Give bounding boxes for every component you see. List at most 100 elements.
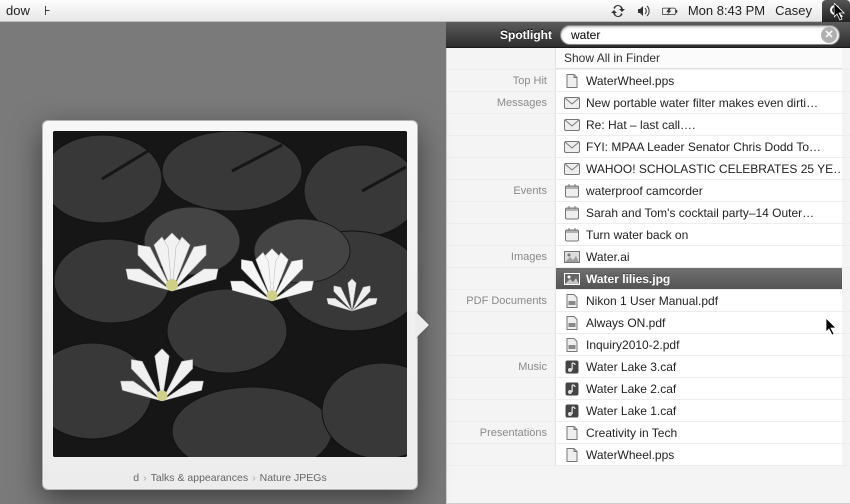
spotlight-search-input[interactable] — [560, 25, 840, 45]
result-category-label: PDF Documents — [447, 295, 555, 307]
audio-icon — [564, 382, 580, 396]
spotlight-search-bar: Spotlight ✕ — [446, 22, 850, 48]
result-cell: Inquiry2010-2.pdf — [555, 334, 842, 355]
doc-icon — [564, 448, 580, 462]
result-row[interactable]: Events waterproof camcorder — [447, 180, 850, 202]
result-cell: New portable water filter makes even dir… — [555, 92, 842, 113]
result-row[interactable]: Water Lake 1.caf — [447, 400, 850, 422]
result-row[interactable]: Inquiry2010-2.pdf — [447, 334, 850, 356]
sync-icon[interactable] — [610, 4, 626, 18]
result-label: Inquiry2010-2.pdf — [586, 338, 679, 352]
result-category-label: Events — [447, 185, 555, 197]
battery-icon[interactable] — [662, 4, 678, 18]
result-cell: WaterWheel.pps — [555, 70, 842, 91]
result-category-label: Music — [447, 361, 555, 373]
result-label: New portable water filter makes even dir… — [586, 96, 818, 110]
result-row[interactable]: WaterWheel.pps — [447, 444, 850, 466]
cal-icon — [564, 206, 580, 220]
chevron-right-icon: › — [252, 472, 256, 484]
result-label: WaterWheel.pps — [586, 448, 674, 462]
result-row[interactable]: Turn water back on — [447, 224, 850, 246]
result-row[interactable]: Music Water Lake 3.caf — [447, 356, 850, 378]
cal-icon — [564, 184, 580, 198]
result-cell: Water Lake 2.caf — [555, 378, 842, 399]
result-cell: Water Lake 1.caf — [555, 400, 842, 421]
result-cell: Creativity in Tech — [555, 422, 842, 443]
result-label: Turn water back on — [586, 228, 688, 242]
result-category-label: Presentations — [447, 427, 555, 439]
menu-item[interactable]: ⊦ — [44, 3, 51, 19]
breadcrumb-segment[interactable]: d — [133, 472, 139, 484]
img-icon — [564, 272, 580, 286]
result-label: Water Lake 2.caf — [586, 382, 676, 396]
result-cell: Re: Hat – last call…. — [555, 114, 842, 135]
result-row[interactable]: PDF Documents Nikon 1 User Manual.pdf — [447, 290, 850, 312]
result-row[interactable]: Presentations Creativity in Tech — [447, 422, 850, 444]
result-cell: Water Lake 3.caf — [555, 356, 842, 377]
quicklook-preview-popover: d › Talks & appearances › Nature JPEGs — [42, 120, 418, 490]
result-category-label: Images — [447, 251, 555, 263]
pdf-icon — [564, 338, 580, 352]
show-all-in-finder[interactable]: Show All in Finder — [447, 48, 850, 70]
result-label: WAHOO! SCHOLASTIC CELEBRATES 25 YE… — [586, 162, 842, 176]
pdf-icon — [564, 294, 580, 308]
audio-icon — [564, 360, 580, 374]
doc-icon — [564, 74, 580, 88]
volume-icon[interactable] — [636, 4, 652, 18]
cal-icon — [564, 228, 580, 242]
preview-image — [53, 131, 407, 457]
spotlight-title: Spotlight — [500, 28, 552, 42]
result-row[interactable]: Sarah and Tom's cocktail party–14 Outer… — [447, 202, 850, 224]
result-category-label: Messages — [447, 97, 555, 109]
result-label: Creativity in Tech — [586, 426, 677, 440]
menubar-clock[interactable]: Mon 8:43 PM — [688, 3, 765, 18]
result-row[interactable]: WAHOO! SCHOLASTIC CELEBRATES 25 YE… — [447, 158, 850, 180]
result-cell: Turn water back on — [555, 224, 842, 245]
result-cell: waterproof camcorder — [555, 180, 842, 201]
mail-icon — [564, 162, 580, 176]
show-all-label: Show All in Finder — [555, 48, 842, 69]
spotlight-search-field-wrap: ✕ — [560, 25, 840, 45]
doc-icon — [564, 426, 580, 440]
result-row[interactable]: Messages New portable water filter makes … — [447, 92, 850, 114]
img-icon — [564, 250, 580, 264]
result-row[interactable]: Water Lake 2.caf — [447, 378, 850, 400]
result-label: Always ON.pdf — [586, 316, 665, 330]
result-row[interactable]: Water lilies.jpg — [447, 268, 850, 290]
result-label: Sarah and Tom's cocktail party–14 Outer… — [586, 206, 814, 220]
result-cell: FYI: MPAA Leader Senator Chris Dodd To… — [555, 136, 842, 157]
menubar-user[interactable]: Casey — [775, 3, 812, 18]
result-row[interactable]: Always ON.pdf — [447, 312, 850, 334]
result-row[interactable]: Re: Hat – last call…. — [447, 114, 850, 136]
spotlight-menu-icon[interactable] — [822, 0, 850, 22]
menu-item[interactable]: dow — [6, 3, 30, 19]
breadcrumb-segment[interactable]: Nature JPEGs — [260, 472, 327, 484]
preview-path-breadcrumb: d › Talks & appearances › Nature JPEGs — [43, 467, 417, 489]
result-cell: Nikon 1 User Manual.pdf — [555, 290, 842, 311]
result-cell: Water lilies.jpg — [555, 268, 842, 289]
chevron-right-icon: › — [143, 472, 147, 484]
result-label: Water lilies.jpg — [586, 272, 670, 286]
result-label: waterproof camcorder — [586, 184, 703, 198]
result-label: FYI: MPAA Leader Senator Chris Dodd To… — [586, 140, 821, 154]
spotlight-results-panel: Show All in Finder Top HitWaterWheel.pps… — [446, 48, 850, 504]
breadcrumb-segment[interactable]: Talks & appearances — [151, 472, 248, 484]
mail-icon — [564, 96, 580, 110]
result-label: Water Lake 1.caf — [586, 404, 676, 418]
mail-icon — [564, 118, 580, 132]
result-row[interactable]: Top HitWaterWheel.pps — [447, 70, 850, 92]
result-cell: Sarah and Tom's cocktail party–14 Outer… — [555, 202, 842, 223]
pdf-icon — [564, 316, 580, 330]
result-label: WaterWheel.pps — [586, 74, 674, 88]
result-row[interactable]: FYI: MPAA Leader Senator Chris Dodd To… — [447, 136, 850, 158]
result-label: Water.ai — [586, 250, 630, 264]
result-label: Water Lake 3.caf — [586, 360, 676, 374]
mail-icon — [564, 140, 580, 154]
result-label: Re: Hat – last call…. — [586, 118, 695, 132]
result-row[interactable]: Images Water.ai — [447, 246, 850, 268]
audio-icon — [564, 404, 580, 418]
result-cell: Water.ai — [555, 246, 842, 267]
menu-bar: dow ⊦ Mon 8:43 PM Casey — [0, 0, 850, 22]
clear-search-icon[interactable]: ✕ — [821, 27, 837, 43]
result-label: Nikon 1 User Manual.pdf — [586, 294, 718, 308]
